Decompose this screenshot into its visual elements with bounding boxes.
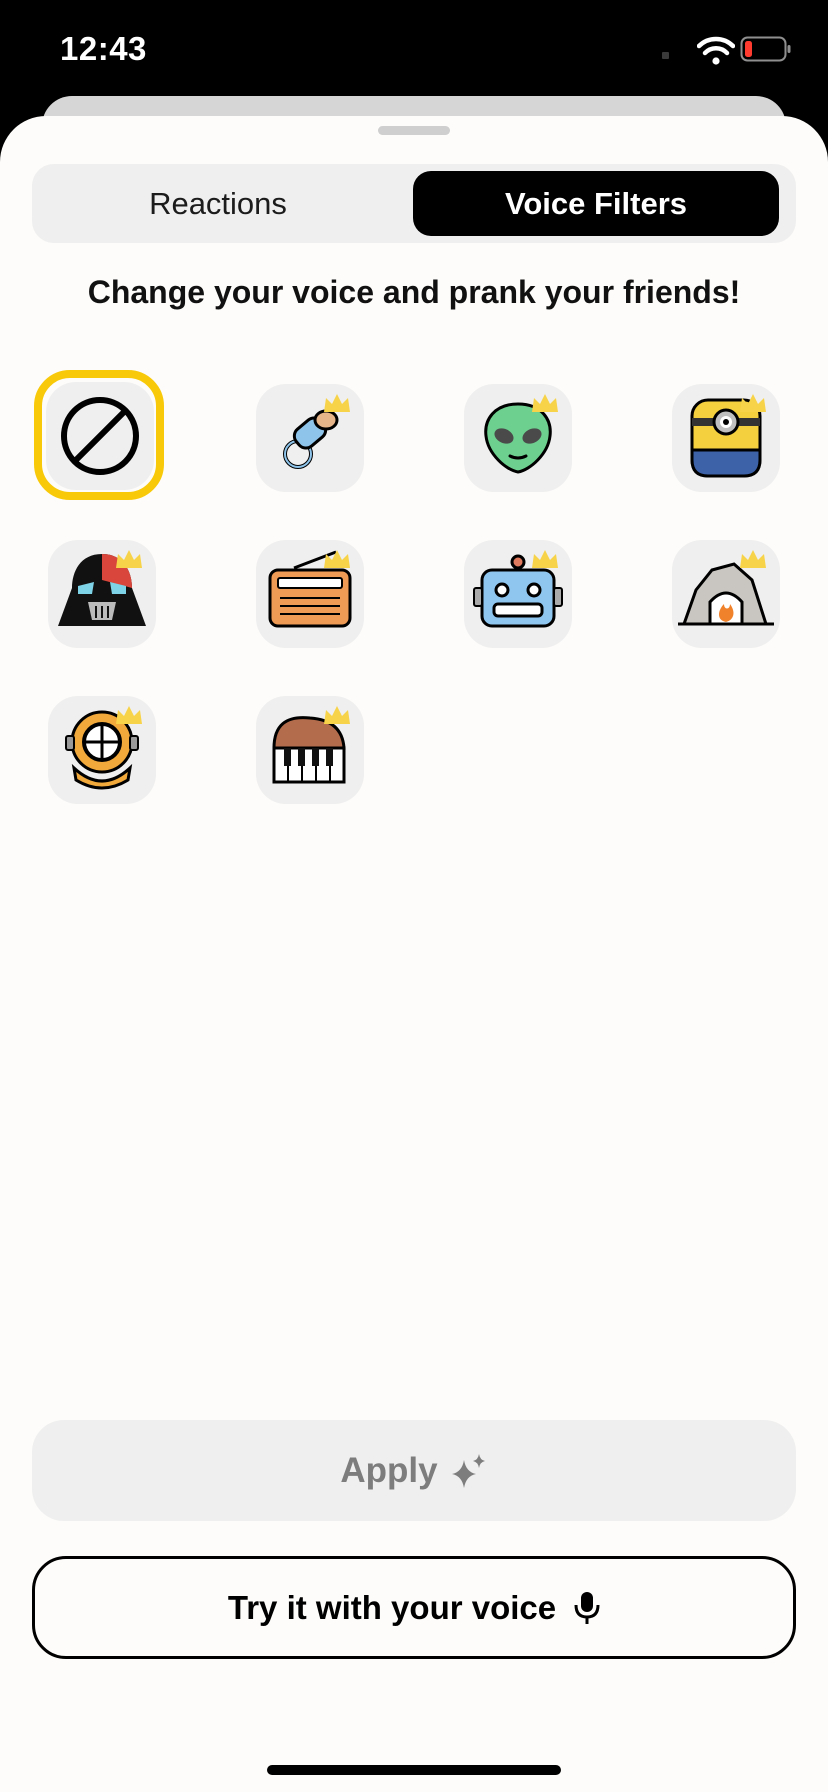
crown-icon — [532, 550, 558, 568]
try-voice-label: Try it with your voice — [227, 1588, 557, 1626]
bottom-sheet — [0, 116, 828, 1792]
crown-icon — [532, 394, 558, 412]
crown-icon — [324, 706, 350, 724]
microphone-icon — [574, 1591, 600, 1624]
status-bar: 12:43 — [0, 0, 828, 100]
crown-icon — [116, 706, 142, 724]
camera-indicator-dot — [662, 52, 669, 59]
headline: Change your voice and prank your friends… — [87, 274, 741, 310]
sparkles-icon — [451, 1453, 485, 1488]
home-indicator — [267, 1765, 561, 1775]
sheet-grabber[interactable] — [378, 126, 450, 135]
crown-icon — [740, 394, 766, 412]
crown-icon — [324, 550, 350, 568]
apply-label: Apply — [340, 1450, 438, 1490]
apply-button[interactable]: Apply — [32, 1420, 796, 1521]
crown-icon — [740, 550, 766, 568]
crown-icon — [324, 394, 350, 412]
battery-icon — [740, 36, 791, 62]
tab-reactions[interactable]: Reactions — [38, 171, 398, 236]
segmented-control: Reactions Voice Filters — [32, 164, 796, 243]
crown-icon — [116, 550, 142, 568]
status-time: 12:43 — [60, 30, 147, 67]
wifi-icon — [697, 36, 735, 65]
filter-none[interactable] — [46, 382, 154, 490]
try-voice-button[interactable]: Try it with your voice — [32, 1556, 796, 1659]
no-filter-icon — [61, 397, 139, 475]
tab-voice-filters[interactable]: Voice Filters — [413, 171, 779, 236]
